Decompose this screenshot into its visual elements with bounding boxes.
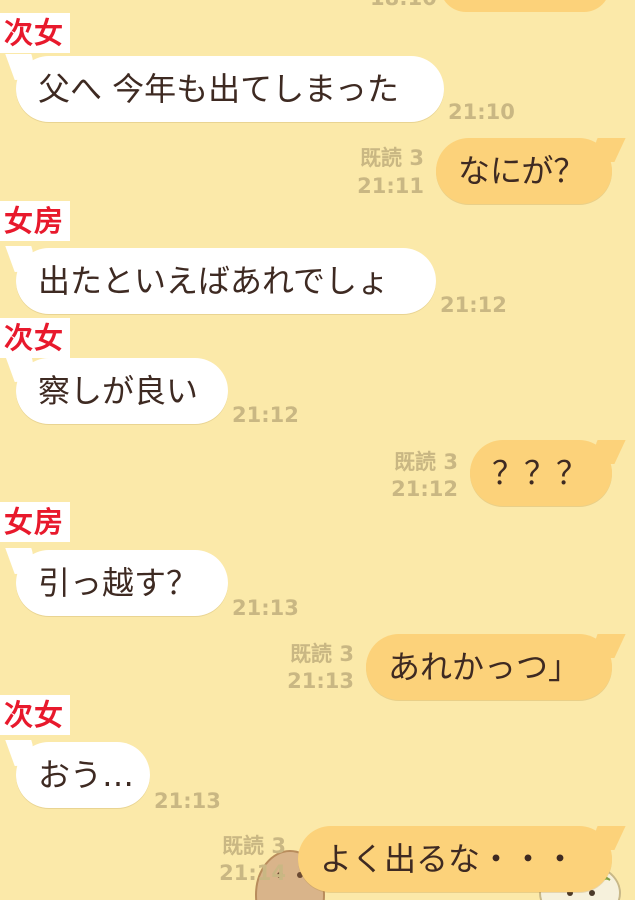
sender-tag: 次女: [0, 318, 71, 358]
message-text: 出たといえばあれでしょ: [38, 262, 390, 300]
chat-view[interactable]: 18:10 次女 父へ 今年も出てしまった 21:10 既読 3 21:11 な…: [0, 0, 635, 900]
outgoing-message[interactable]: なにが？: [436, 138, 612, 204]
outgoing-message[interactable]: ？？？: [470, 440, 612, 506]
read-receipt: 既読 3: [290, 642, 354, 666]
outgoing-message[interactable]: あれかっつ」: [366, 634, 612, 700]
message-time: 21:13: [154, 789, 221, 813]
message-text: おう…: [38, 756, 135, 794]
message-text: 引っ越す？: [38, 564, 199, 602]
message-time: 21:10: [448, 100, 515, 124]
sender-tag: 次女: [0, 13, 71, 53]
message-text: よく出るな・・・: [320, 840, 577, 878]
partial-time: 18:10: [370, 0, 437, 10]
incoming-message[interactable]: 察しが良い: [16, 358, 228, 424]
message-text: 察しが良い: [38, 372, 199, 410]
message-time: 21:14: [219, 861, 286, 885]
message-time: 21:12: [232, 403, 299, 427]
read-receipt: 既読 3: [360, 146, 424, 170]
message-time: 21:11: [357, 174, 424, 198]
sender-tag: 女房: [0, 502, 71, 542]
message-text: あれかっつ」: [388, 648, 581, 686]
message-text: ？？？: [492, 454, 589, 492]
sender-tag: 女房: [0, 201, 71, 241]
message-time: 21:13: [287, 669, 354, 693]
message-text: なにが？: [458, 152, 586, 190]
sender-tag: 次女: [0, 695, 71, 735]
read-receipt: 既読 3: [222, 834, 286, 858]
outgoing-message[interactable]: よく出るな・・・: [298, 826, 612, 892]
incoming-message[interactable]: 出たといえばあれでしょ: [16, 248, 436, 314]
read-receipt: 既読 3: [394, 450, 458, 474]
message-time: 21:12: [440, 293, 507, 317]
incoming-message[interactable]: おう…: [16, 742, 150, 808]
partial-outgoing-bubble[interactable]: [440, 0, 610, 12]
incoming-message[interactable]: 父へ 今年も出てしまった: [16, 56, 444, 122]
message-text: 父へ 今年も出てしまった: [38, 70, 399, 108]
message-time: 21:12: [391, 477, 458, 501]
incoming-message[interactable]: 引っ越す？: [16, 550, 228, 616]
message-time: 21:13: [232, 596, 299, 620]
